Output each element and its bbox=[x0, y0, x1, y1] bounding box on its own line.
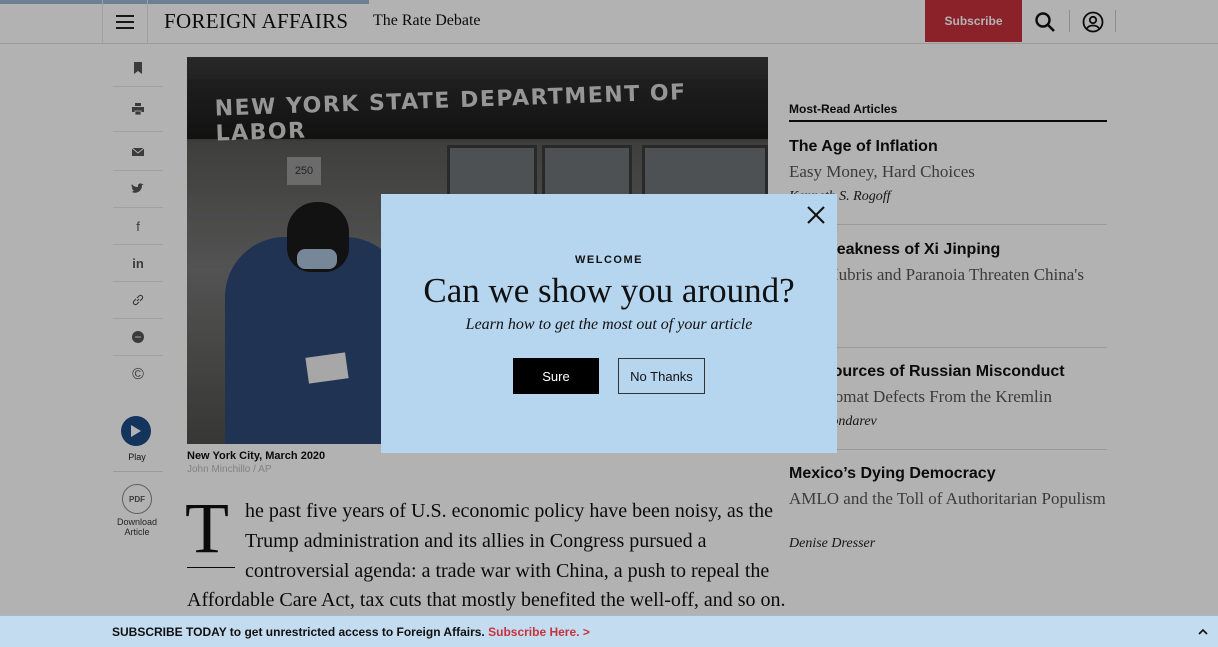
modal-kicker: WELCOME bbox=[575, 254, 643, 266]
subscribe-banner-message: SUBSCRIBE TODAY to get unrestricted acce… bbox=[112, 625, 485, 639]
subscribe-banner: SUBSCRIBE TODAY to get unrestricted acce… bbox=[0, 615, 1218, 647]
subscribe-banner-text: SUBSCRIBE TODAY to get unrestricted acce… bbox=[112, 625, 590, 639]
modal-title: Can we show you around? bbox=[423, 271, 795, 310]
close-icon[interactable] bbox=[805, 204, 827, 226]
sure-button[interactable]: Sure bbox=[513, 358, 599, 394]
no-thanks-button[interactable]: No Thanks bbox=[618, 358, 705, 394]
subscribe-here-link[interactable]: Subscribe Here. > bbox=[488, 625, 590, 639]
welcome-modal: WELCOME Can we show you around? Learn ho… bbox=[381, 194, 837, 453]
modal-subtitle: Learn how to get the most out of your ar… bbox=[465, 316, 753, 333]
chevron-up-icon[interactable] bbox=[1196, 625, 1210, 639]
